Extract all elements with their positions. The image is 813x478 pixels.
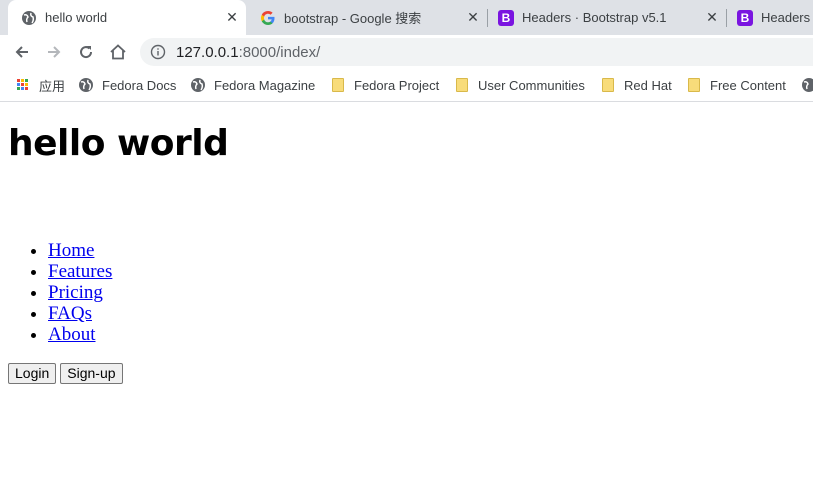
nav-link-pricing[interactable]: Pricing — [48, 282, 103, 303]
url-text: 127.0.0.1:8000/index/ — [176, 43, 321, 61]
bookmark-free-content[interactable]: Free Content — [686, 69, 786, 101]
bookmark-label: Fedora Magazine — [214, 77, 316, 93]
signup-button[interactable]: Sign-up — [60, 363, 123, 384]
tab-separator — [487, 9, 488, 27]
nav-item-faqs: FAQs — [48, 303, 112, 324]
reload-button[interactable] — [73, 39, 99, 65]
auth-buttons: Login Sign-up — [8, 363, 123, 384]
reload-icon — [80, 46, 93, 59]
tab-google-search[interactable]: bootstrap - Google 搜索 ✕ — [251, 0, 487, 35]
bookmarks-bar: 应用 Fedora Docs Fedora Magazine Fedora Pr… — [0, 69, 813, 102]
bookmark-red-hat[interactable]: Red Hat — [600, 69, 672, 101]
nav-link-features[interactable]: Features — [48, 261, 112, 282]
globe-icon — [21, 10, 37, 26]
tab-headers[interactable]: B Headers — [729, 0, 813, 35]
bookmark-label: Fedora Docs — [102, 77, 177, 93]
nav-item-pricing: Pricing — [48, 282, 112, 303]
nav-item-features: Features — [48, 261, 112, 282]
bookmark-label: 应用 — [39, 78, 66, 94]
bookmark-fedora-magazine[interactable]: Fedora Magazine — [190, 69, 315, 101]
tab-hello-world[interactable]: hello world ✕ — [8, 0, 246, 35]
page-content: hello world Home Features Pricing FAQs A… — [0, 102, 813, 478]
forward-arrow-icon — [48, 46, 61, 58]
tab-strip: hello world ✕ bootstrap - Google 搜索 ✕ B … — [0, 0, 813, 35]
page-heading: hello world — [8, 123, 229, 164]
nav-link-faqs[interactable]: FAQs — [48, 303, 92, 324]
bookmark-label: Fedora Project — [354, 77, 440, 93]
bookmark-overflow[interactable] — [801, 69, 813, 101]
bootstrap-icon: B — [498, 9, 514, 26]
nav-item-about: About — [48, 324, 112, 345]
nav-list: Home Features Pricing FAQs About — [8, 240, 112, 345]
address-bar[interactable]: 127.0.0.1:8000/index/ — [140, 38, 813, 66]
bookmark-user-communities[interactable]: User Communities — [454, 69, 585, 101]
tab-title: bootstrap - Google 搜索 — [284, 11, 422, 26]
site-info-icon[interactable] — [150, 44, 166, 60]
nav-link-home[interactable]: Home — [48, 240, 94, 261]
bookmark-fedora-project[interactable]: Fedora Project — [330, 69, 439, 101]
tab-title: Headers — [761, 10, 811, 25]
home-icon — [110, 44, 126, 60]
tab-separator — [726, 9, 727, 27]
bookmark-fedora-docs[interactable]: Fedora Docs — [78, 69, 176, 101]
back-arrow-icon — [15, 46, 28, 58]
apps-grid-icon — [15, 77, 31, 93]
google-icon — [260, 10, 276, 26]
close-tab-icon[interactable]: ✕ — [704, 9, 720, 26]
folder-icon — [600, 77, 616, 93]
globe-icon — [78, 77, 94, 93]
bookmark-label: Free Content — [710, 77, 786, 93]
tab-title: hello world — [45, 10, 108, 25]
nav-item-home: Home — [48, 240, 112, 261]
folder-icon — [454, 77, 470, 93]
bootstrap-icon: B — [737, 9, 753, 26]
nav-link-about[interactable]: About — [48, 324, 96, 345]
bookmark-apps[interactable]: 应用 — [15, 69, 65, 101]
back-button[interactable] — [9, 39, 35, 65]
globe-icon — [190, 77, 206, 93]
folder-icon — [686, 77, 702, 93]
home-button[interactable] — [105, 39, 131, 65]
close-tab-icon[interactable]: ✕ — [465, 9, 481, 26]
browser-toolbar: 127.0.0.1:8000/index/ — [0, 35, 813, 69]
bookmark-label: User Communities — [478, 77, 585, 93]
globe-icon — [801, 77, 813, 93]
forward-button[interactable] — [41, 39, 67, 65]
close-tab-icon[interactable]: ✕ — [224, 9, 240, 26]
login-button[interactable]: Login — [8, 363, 57, 384]
tab-title: Headers · Bootstrap v5.1 — [522, 10, 667, 25]
tab-bootstrap-headers[interactable]: B Headers · Bootstrap v5.1 ✕ — [490, 0, 726, 35]
bookmark-label: Red Hat — [624, 77, 672, 93]
folder-icon — [330, 77, 346, 93]
